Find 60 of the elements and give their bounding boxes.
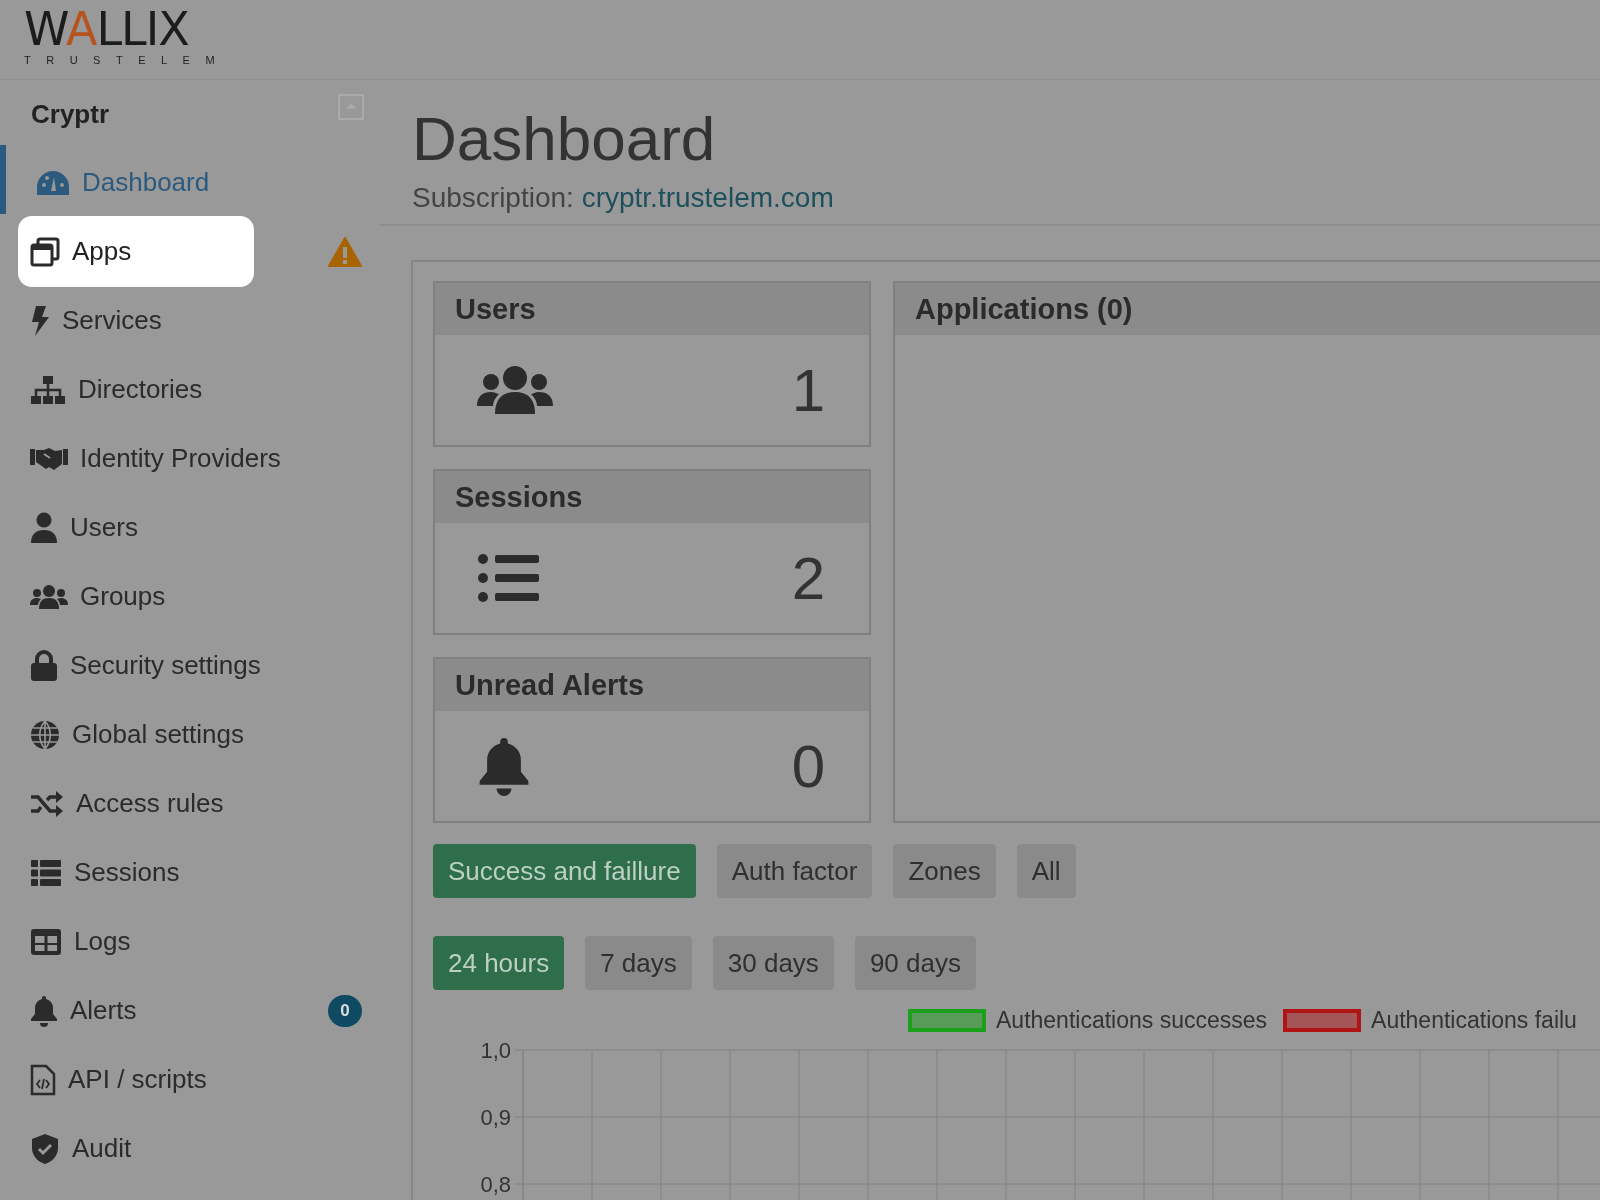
nav-link[interactable]: Global settings: [18, 699, 256, 770]
nav-link[interactable]: Groups: [18, 561, 178, 632]
nav-link[interactable]: Sessions: [18, 837, 192, 908]
axis-tick-label: 1,0: [480, 1038, 511, 1063]
user-icon: [30, 511, 58, 544]
nav-link[interactable]: Services: [18, 285, 174, 356]
list-icon: [30, 858, 62, 887]
filter-button[interactable]: Auth factor: [716, 844, 873, 898]
count-badge: 0: [328, 994, 362, 1027]
filter-button[interactable]: 30 days: [712, 936, 834, 990]
legend-label: Authentications failu: [1371, 1006, 1577, 1034]
page-title: Dashboard: [412, 103, 717, 175]
users-icon: [477, 363, 553, 417]
axis-tick-label: 0,9: [480, 1105, 511, 1130]
card-header: Applications (0): [895, 283, 1600, 335]
list-icon: [477, 553, 539, 603]
nav-link[interactable]: Alerts: [18, 975, 149, 1046]
sitemap-icon: [30, 374, 66, 405]
axis-tick-label: 0,8: [480, 1172, 511, 1197]
users-icon: [30, 583, 68, 610]
nav-link[interactable]: Apps: [18, 216, 254, 287]
filter-button[interactable]: 90 days: [854, 936, 976, 990]
legend-label: Authentications successes: [996, 1006, 1268, 1034]
logo-tagline: TRUSTELEM: [24, 54, 231, 66]
nav-link[interactable]: Directories: [18, 354, 215, 425]
gauge-icon: [36, 168, 70, 197]
windows-icon: [30, 236, 60, 267]
bell-icon: [477, 736, 531, 796]
lock-icon: [30, 649, 58, 682]
subscription-link[interactable]: cryptr.trustelem.com: [581, 182, 834, 213]
card-header: Sessions: [435, 471, 869, 523]
filter-button[interactable]: 7 days: [585, 936, 692, 990]
stat-value: 0: [791, 731, 825, 801]
nav-link[interactable]: Dashboard: [18, 147, 222, 218]
stat-value: 1: [791, 355, 825, 425]
nav-link[interactable]: Identity Providers: [18, 423, 293, 494]
handshake-icon: [30, 445, 68, 472]
bolt-icon: [30, 305, 50, 336]
file-code-icon: [30, 1063, 56, 1096]
bell-icon: [30, 994, 58, 1027]
shield-check-icon: [30, 1132, 60, 1165]
filter-button[interactable]: All: [1016, 844, 1076, 898]
shuffle-icon: [30, 789, 64, 818]
card-header: Users: [435, 283, 869, 335]
logo-wordmark: WALLIX: [24, 6, 189, 52]
table-icon: [30, 927, 62, 956]
filter-button[interactable]: Zones: [893, 844, 996, 898]
org-name: Cryptr: [31, 98, 109, 130]
nav-link[interactable]: Access rules: [18, 768, 236, 839]
nav-link[interactable]: Audit: [18, 1113, 144, 1184]
nav-link[interactable]: API / scripts: [18, 1044, 219, 1115]
card-header: Unread Alerts: [435, 659, 869, 711]
filter-button[interactable]: Success and faillure: [433, 844, 696, 898]
globe-icon: [30, 719, 60, 750]
nav-link[interactable]: Users: [18, 492, 150, 563]
nav-link[interactable]: Security settings: [18, 630, 273, 701]
subscription-label: Subscription:: [412, 182, 574, 213]
stat-value: 2: [791, 543, 825, 613]
filter-button[interactable]: 24 hours: [433, 936, 565, 990]
nav-link[interactable]: Logs: [18, 906, 143, 977]
